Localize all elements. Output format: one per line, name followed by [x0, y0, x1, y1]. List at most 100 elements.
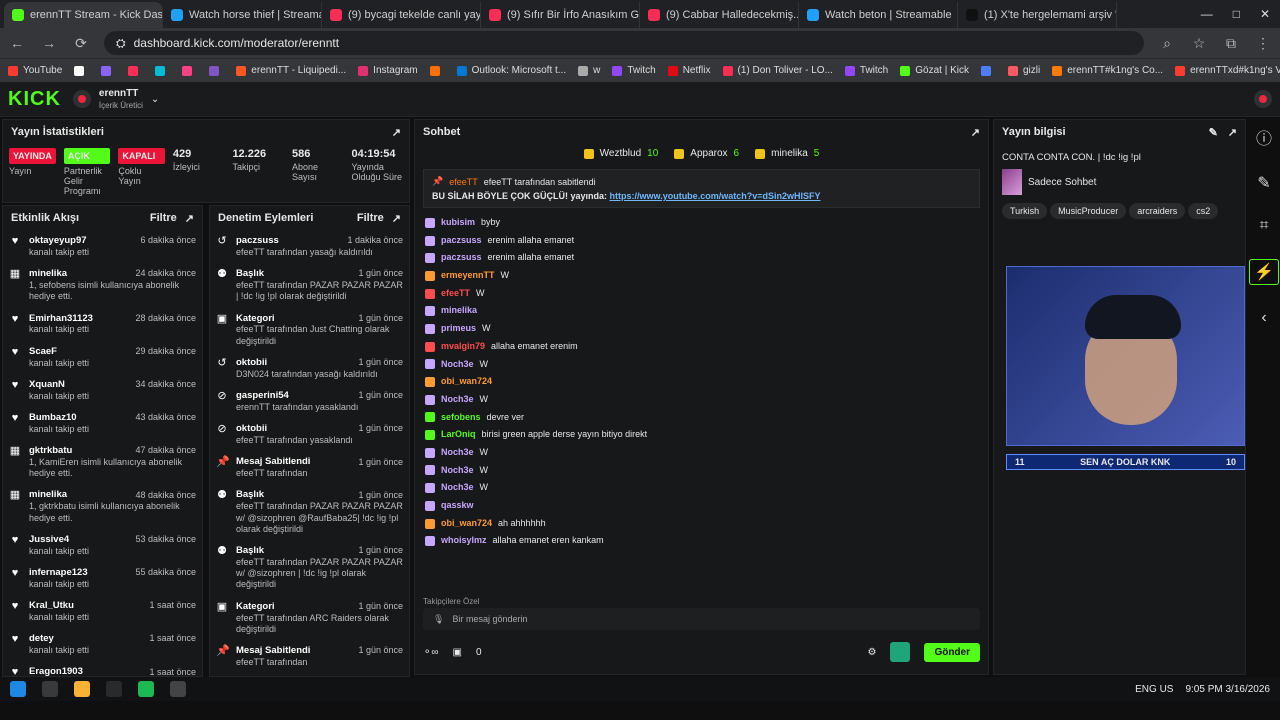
chat-message[interactable]: mvalgin79 allaha emanet erenim: [415, 338, 988, 356]
tab-6[interactable]: (1) X'te hergelemami arşiv "yal✕: [958, 2, 1117, 28]
chat-message[interactable]: Noch3e W: [415, 391, 988, 409]
feed-item[interactable]: ♥ Kral_Utku 1 saat önce kanalı takip etti: [3, 595, 202, 628]
feed-item[interactable]: ▦ minelika 48 dakika önce 1, gktrkbatu isim…: [3, 484, 202, 528]
menu-icon[interactable]: ⋮: [1254, 35, 1272, 52]
bookmark-item-10[interactable]: Outlook: Microsoft t...: [456, 65, 566, 76]
feed-item[interactable]: ♥ infernape123 55 dakika önce kanalı takip …: [3, 562, 202, 595]
file-explorer-icon[interactable]: [74, 681, 90, 697]
feed-item[interactable]: ♥ XquanN 34 dakika önce kanalı takip etti: [3, 374, 202, 407]
chat-message[interactable]: ermeyennTT W: [415, 267, 988, 285]
activity-expand-icon[interactable]: ↗: [185, 212, 194, 225]
forward-icon[interactable]: →: [40, 35, 58, 51]
bookmark-item-17[interactable]: [980, 65, 996, 76]
info-icon[interactable]: ⓘ: [1256, 125, 1272, 149]
spotify-icon[interactable]: [138, 681, 154, 697]
stream-tag[interactable]: MusicProducer: [1050, 203, 1127, 219]
chat-message[interactable]: Noch3e W: [415, 479, 988, 497]
bookmark-item-3[interactable]: [128, 65, 143, 76]
chat-expand-icon[interactable]: ↗: [971, 126, 980, 139]
stream-tag[interactable]: cs2: [1188, 203, 1219, 219]
bookmark-star-icon[interactable]: ☆: [1190, 35, 1208, 52]
chat-message[interactable]: Noch3e W: [415, 462, 988, 480]
chat-message[interactable]: Noch3e W: [415, 444, 988, 462]
tab-2[interactable]: (9) bycagi tekelde canlı yayında✕: [322, 2, 481, 28]
edit-tool-icon[interactable]: ✎: [1257, 173, 1270, 193]
feed-item[interactable]: ▦ gktrkbatu 47 dakika önce 1, KamiEren isim…: [3, 440, 202, 484]
leaderboard-item[interactable]: Weztblud 10: [583, 148, 658, 159]
tab-5[interactable]: Watch beton | Streamable✕: [799, 2, 958, 28]
moderation-expand-icon[interactable]: ↗: [392, 212, 401, 225]
moderation-filter-button[interactable]: Filtre: [357, 212, 384, 224]
bookmark-item-11[interactable]: w: [578, 65, 600, 76]
feed-item[interactable]: ↺ paczsuss 1 dakika önce efeeTT tarafından …: [210, 230, 409, 263]
bookmark-item-13[interactable]: Netflix: [667, 65, 711, 76]
bookmark-item-12[interactable]: Twitch: [612, 65, 656, 76]
taskbar-search-icon[interactable]: [42, 681, 58, 697]
site-info-icon[interactable]: ⛭: [116, 36, 126, 51]
bookmark-item-2[interactable]: [101, 65, 116, 76]
bookmark-item-9[interactable]: [429, 65, 445, 76]
edit-icon[interactable]: ✎: [1209, 126, 1218, 139]
feed-item[interactable]: ⊘ oktobii 1 gün önce efeeTT tarafından yasa…: [210, 418, 409, 451]
chat-message[interactable]: paczsuss erenim allaha emanet: [415, 249, 988, 267]
taskbar-app-icon[interactable]: [106, 681, 122, 697]
stream-tag[interactable]: arcraiders: [1129, 203, 1186, 219]
flash-icon[interactable]: ⚡: [1249, 259, 1279, 285]
chat-message[interactable]: sefobens devre ver: [415, 409, 988, 427]
url-bar[interactable]: ⛭ dashboard.kick.com/moderator/erenntt: [104, 31, 1144, 55]
leaderboard-item[interactable]: minelika 5: [755, 148, 819, 159]
chat-message[interactable]: whoisylmz allaha emanet eren kankam: [415, 532, 988, 550]
channel-switcher[interactable]: erennTT İçerik Üretici ⌄: [72, 88, 159, 110]
chat-message[interactable]: qasskw: [415, 497, 988, 515]
kick-logo[interactable]: KICK: [8, 88, 61, 111]
close-icon[interactable]: ✕: [1260, 7, 1270, 21]
crop-icon[interactable]: ⌗: [1259, 217, 1268, 235]
feed-item[interactable]: ♥ Jussive4 53 dakika önce kanalı takip etti: [3, 529, 202, 562]
bookmark-item-0[interactable]: YouTube: [8, 65, 62, 76]
send-button[interactable]: Gönder: [924, 642, 980, 662]
feed-item[interactable]: ♥Eragon19031 saat öncekanalı takip etti: [3, 661, 202, 676]
feed-item[interactable]: ⚉ Başlık 1 gün önce efeeTT tarafından PAZAR…: [210, 540, 409, 596]
feed-item[interactable]: 📌 Mesaj Sabitlendi 1 gün önce efeeTT tarafı…: [210, 640, 409, 673]
info-expand-icon[interactable]: ↗: [1228, 126, 1237, 139]
chat-message[interactable]: Noch3e W: [415, 356, 988, 374]
bookmark-item-15[interactable]: Twitch: [844, 65, 888, 76]
emote-picker-icon[interactable]: [890, 642, 911, 662]
chat-message[interactable]: paczsuss erenim allaha emanet: [415, 232, 988, 250]
bookmark-item-5[interactable]: [182, 65, 197, 76]
bookmark-item-16[interactable]: Gözat | Kick: [900, 65, 969, 76]
minimize-icon[interactable]: —: [1201, 7, 1213, 21]
bookmark-item-18[interactable]: gizli: [1007, 65, 1040, 76]
stream-tag[interactable]: Turkish: [1002, 203, 1048, 219]
extensions-icon[interactable]: ⧉: [1222, 35, 1240, 52]
pinned-link[interactable]: https://www.youtube.com/watch?v=dSin2wHI…: [610, 191, 821, 201]
feed-item[interactable]: ♥ oktayeyup97 6 dakika önce kanalı takip et…: [3, 230, 202, 263]
feed-item[interactable]: ↺ oktobii 1 gün önce D3N024 tarafından yasa…: [210, 352, 409, 385]
chrome-icon[interactable]: [170, 681, 186, 697]
chat-message[interactable]: LarOniq birisi green apple derse yayın bi…: [415, 426, 988, 444]
expand-icon[interactable]: ↗: [392, 126, 401, 139]
tab-3[interactable]: (9) Sıfır Bir İrfo Anasıkım Geldi✕: [481, 2, 640, 28]
bookmark-item-19[interactable]: erennTT#k1ng's Co...: [1052, 65, 1163, 76]
feed-item[interactable]: ♥ Emirhan31123 28 dakika önce kanalı takip …: [3, 308, 202, 341]
chat-message[interactable]: kubisim byby: [415, 214, 988, 232]
settings-icon[interactable]: ⚙: [867, 647, 876, 658]
chat-message[interactable]: obi_wan724 ah ahhhhhh: [415, 515, 988, 533]
tab-1[interactable]: Watch horse thief | Streamable✕: [163, 2, 322, 28]
search-icon[interactable]: ⌕: [1158, 35, 1176, 52]
bookmark-item-4[interactable]: [155, 65, 170, 76]
back-icon[interactable]: ←: [8, 35, 26, 51]
windows-start-icon[interactable]: [10, 681, 26, 697]
chat-message[interactable]: efeeTT W: [415, 285, 988, 303]
feed-item[interactable]: ⚉Başlık1 gün önceefeeTT tarafından SELAM…: [210, 673, 409, 676]
feed-item[interactable]: 📌 Mesaj Sabitlendi 1 gün önce efeeTT tarafı…: [210, 451, 409, 484]
emote-icon[interactable]: ⚬∞: [423, 647, 439, 658]
bookmark-item-7[interactable]: erennTT - Liquipedi...: [236, 65, 346, 76]
feed-item[interactable]: ⚉ Başlık 1 gün önce efeeTT tarafından PAZAR…: [210, 484, 409, 540]
bookmark-item-20[interactable]: erennTTxd#k1ng's V...: [1175, 65, 1280, 76]
bookmark-item-8[interactable]: Instagram: [358, 65, 418, 76]
feed-item[interactable]: ♥ detey 1 saat önce kanalı takip etti: [3, 628, 202, 661]
feed-item[interactable]: ♥ ScaeF 29 dakika önce kanalı takip etti: [3, 341, 202, 374]
tab-0[interactable]: erennTT Stream - Kick Dashboard✕: [4, 2, 163, 28]
bookmark-item-6[interactable]: [209, 65, 224, 76]
